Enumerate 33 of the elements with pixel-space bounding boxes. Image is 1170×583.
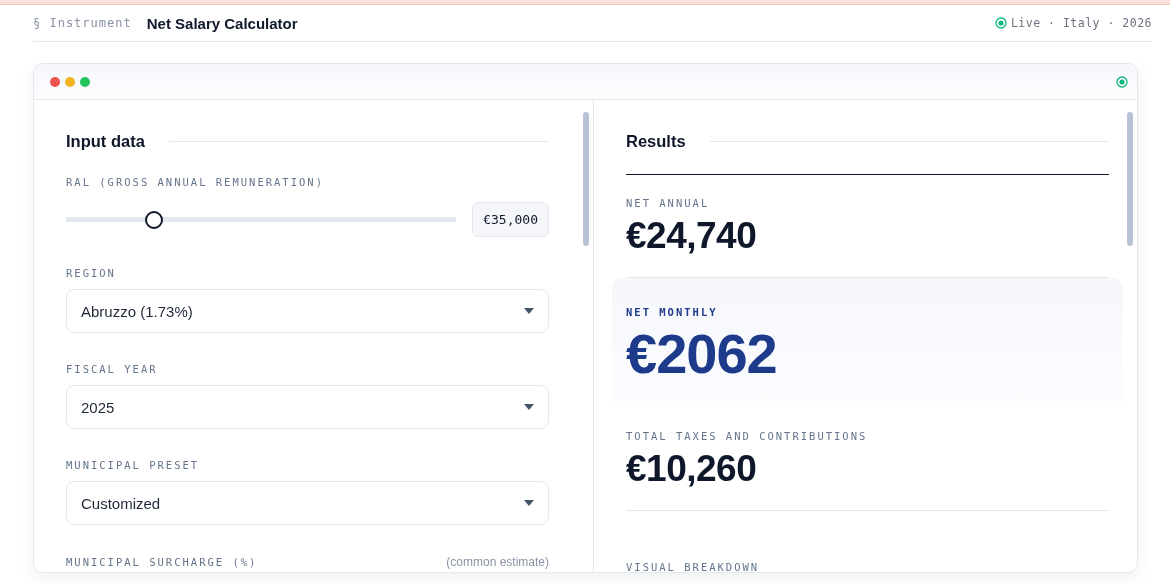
status-text: Live · Italy · 2026 [1010, 16, 1152, 30]
field-label: REGION [66, 267, 117, 279]
status-dot-icon [1116, 75, 1128, 88]
caret-icon [524, 500, 534, 506]
result-value: €2062 [626, 324, 778, 384]
salary-value-field[interactable]: €35,000 [472, 202, 549, 237]
close-dot-icon[interactable] [50, 76, 60, 87]
caret-icon [524, 404, 534, 410]
live-status-icon [994, 17, 1007, 29]
result-label: NET MONTHLY [626, 306, 719, 318]
scrollbar-thumb[interactable] [583, 112, 589, 246]
dropdown-select[interactable]: 2025 [66, 385, 549, 429]
result-label: TOTAL TAXES AND CONTRIBUTIONS [626, 430, 869, 442]
field-label: MUNICIPAL SURCHARGE (%) [66, 556, 258, 568]
scrollbar-thumb[interactable] [1127, 112, 1133, 246]
page-title: Net Salary Calculator [146, 14, 298, 32]
field-label: MUNICIPAL PRESET [66, 459, 201, 471]
section-label: VISUAL BREAKDOWN [626, 561, 761, 572]
maximize-dot-icon[interactable] [80, 76, 90, 87]
result-label: NET ANNUAL [626, 197, 711, 209]
minimize-dot-icon[interactable] [65, 76, 75, 87]
result-value: €10,260 [626, 448, 758, 490]
section-heading: Results [626, 132, 686, 151]
field-label: FISCAL YEAR [66, 363, 159, 375]
section-label: § Instrument [33, 16, 132, 30]
caret-icon [524, 308, 534, 314]
section-heading: Input data [66, 132, 145, 151]
result-value: €24,740 [626, 215, 758, 257]
dropdown-select[interactable]: Customized [66, 481, 549, 525]
hint-text: (common estimate) [446, 555, 549, 569]
slider-thumb[interactable] [145, 210, 164, 229]
field-label: RAL (GROSS ANNUAL REMUNERATION) [66, 176, 325, 188]
dropdown-select[interactable]: Abruzzo (1.73%) [66, 289, 549, 333]
